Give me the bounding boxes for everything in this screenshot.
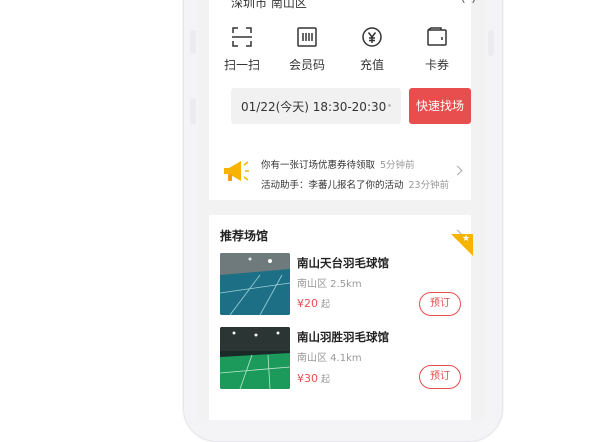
phone-side-button bbox=[190, 98, 196, 124]
notice-card[interactable]: 你有一张订场优惠券待领取 5分钟前 活动助手：李蕃儿报名了你的活动 23分钟前 bbox=[209, 140, 471, 200]
quick-action-label: 充值 bbox=[359, 58, 384, 72]
venue-location: 南山区 4.1km bbox=[297, 353, 362, 364]
notice-time: 5分钟前 bbox=[380, 160, 415, 171]
notice-item: 你有一张订场优惠券待领取 5分钟前 bbox=[261, 157, 415, 171]
quick-action-scan[interactable]: 扫一扫 bbox=[217, 26, 267, 73]
phone-side-button bbox=[190, 30, 196, 54]
book-button[interactable]: 预订 bbox=[419, 365, 461, 389]
megaphone-icon bbox=[221, 156, 251, 186]
price-value: ¥30 bbox=[297, 372, 318, 385]
section-title: 推荐场馆 bbox=[220, 229, 269, 243]
venue-price: ¥30 起 bbox=[297, 372, 330, 385]
barcode-icon bbox=[296, 26, 318, 48]
chevron-right-icon bbox=[452, 165, 463, 176]
notice-text: 你有一张订场优惠券待领取 bbox=[261, 160, 376, 171]
quick-action-label: 扫一扫 bbox=[223, 58, 260, 72]
notice-time: 23分钟前 bbox=[408, 180, 450, 191]
venue-photo[interactable] bbox=[220, 327, 290, 389]
price-value: ¥20 bbox=[297, 297, 318, 310]
location-label[interactable]: 深圳市 南山区 bbox=[231, 0, 307, 11]
date-time-value: 01/22(今天) 18:30-20:30 bbox=[241, 100, 387, 114]
venue-photo[interactable] bbox=[220, 253, 290, 315]
top-card: 深圳市 南山区 扫一扫 会员码 充值 卡券 01/22(今天) 18:30-20… bbox=[209, 0, 475, 150]
dropdown-dot-icon bbox=[388, 104, 391, 107]
quick-find-button[interactable]: 快速找场 bbox=[409, 88, 471, 124]
quick-action-label: 卡券 bbox=[424, 58, 449, 72]
price-unit: 起 bbox=[321, 300, 331, 310]
location-ring-icon[interactable] bbox=[462, 0, 475, 5]
wallet-icon bbox=[426, 26, 448, 48]
quick-action-coupons[interactable]: 卡券 bbox=[412, 26, 462, 73]
quick-action-member-code[interactable]: 会员码 bbox=[282, 26, 332, 73]
notice-item: 活动助手：李蕃儿报名了你的活动 23分钟前 bbox=[261, 177, 449, 191]
venue-card: 推荐场馆 ★ 南山天台羽毛球馆 南山区 2.5km ¥20 起 预订 南山羽胜羽… bbox=[209, 215, 473, 420]
app-screen: 深圳市 南山区 扫一扫 会员码 充值 卡券 01/22(今天) 18:30-20… bbox=[198, 0, 486, 420]
venue-name[interactable]: 南山天台羽毛球馆 bbox=[297, 255, 389, 271]
book-button[interactable]: 预订 bbox=[419, 292, 461, 316]
quick-action-label: 会员码 bbox=[288, 58, 325, 72]
price-unit: 起 bbox=[321, 375, 331, 385]
quick-action-recharge[interactable]: 充值 bbox=[347, 26, 397, 73]
venue-price: ¥20 起 bbox=[297, 297, 330, 310]
venue-name[interactable]: 南山羽胜羽毛球馆 bbox=[297, 329, 389, 345]
phone-side-button bbox=[488, 30, 494, 56]
notice-text: 活动助手：李蕃儿报名了你的活动 bbox=[261, 180, 404, 191]
date-time-selector[interactable]: 01/22(今天) 18:30-20:30 bbox=[231, 88, 401, 124]
star-icon: ★ bbox=[462, 234, 471, 244]
yuan-coin-icon bbox=[361, 26, 383, 48]
scan-icon bbox=[231, 26, 253, 48]
venue-location: 南山区 2.5km bbox=[297, 279, 362, 290]
